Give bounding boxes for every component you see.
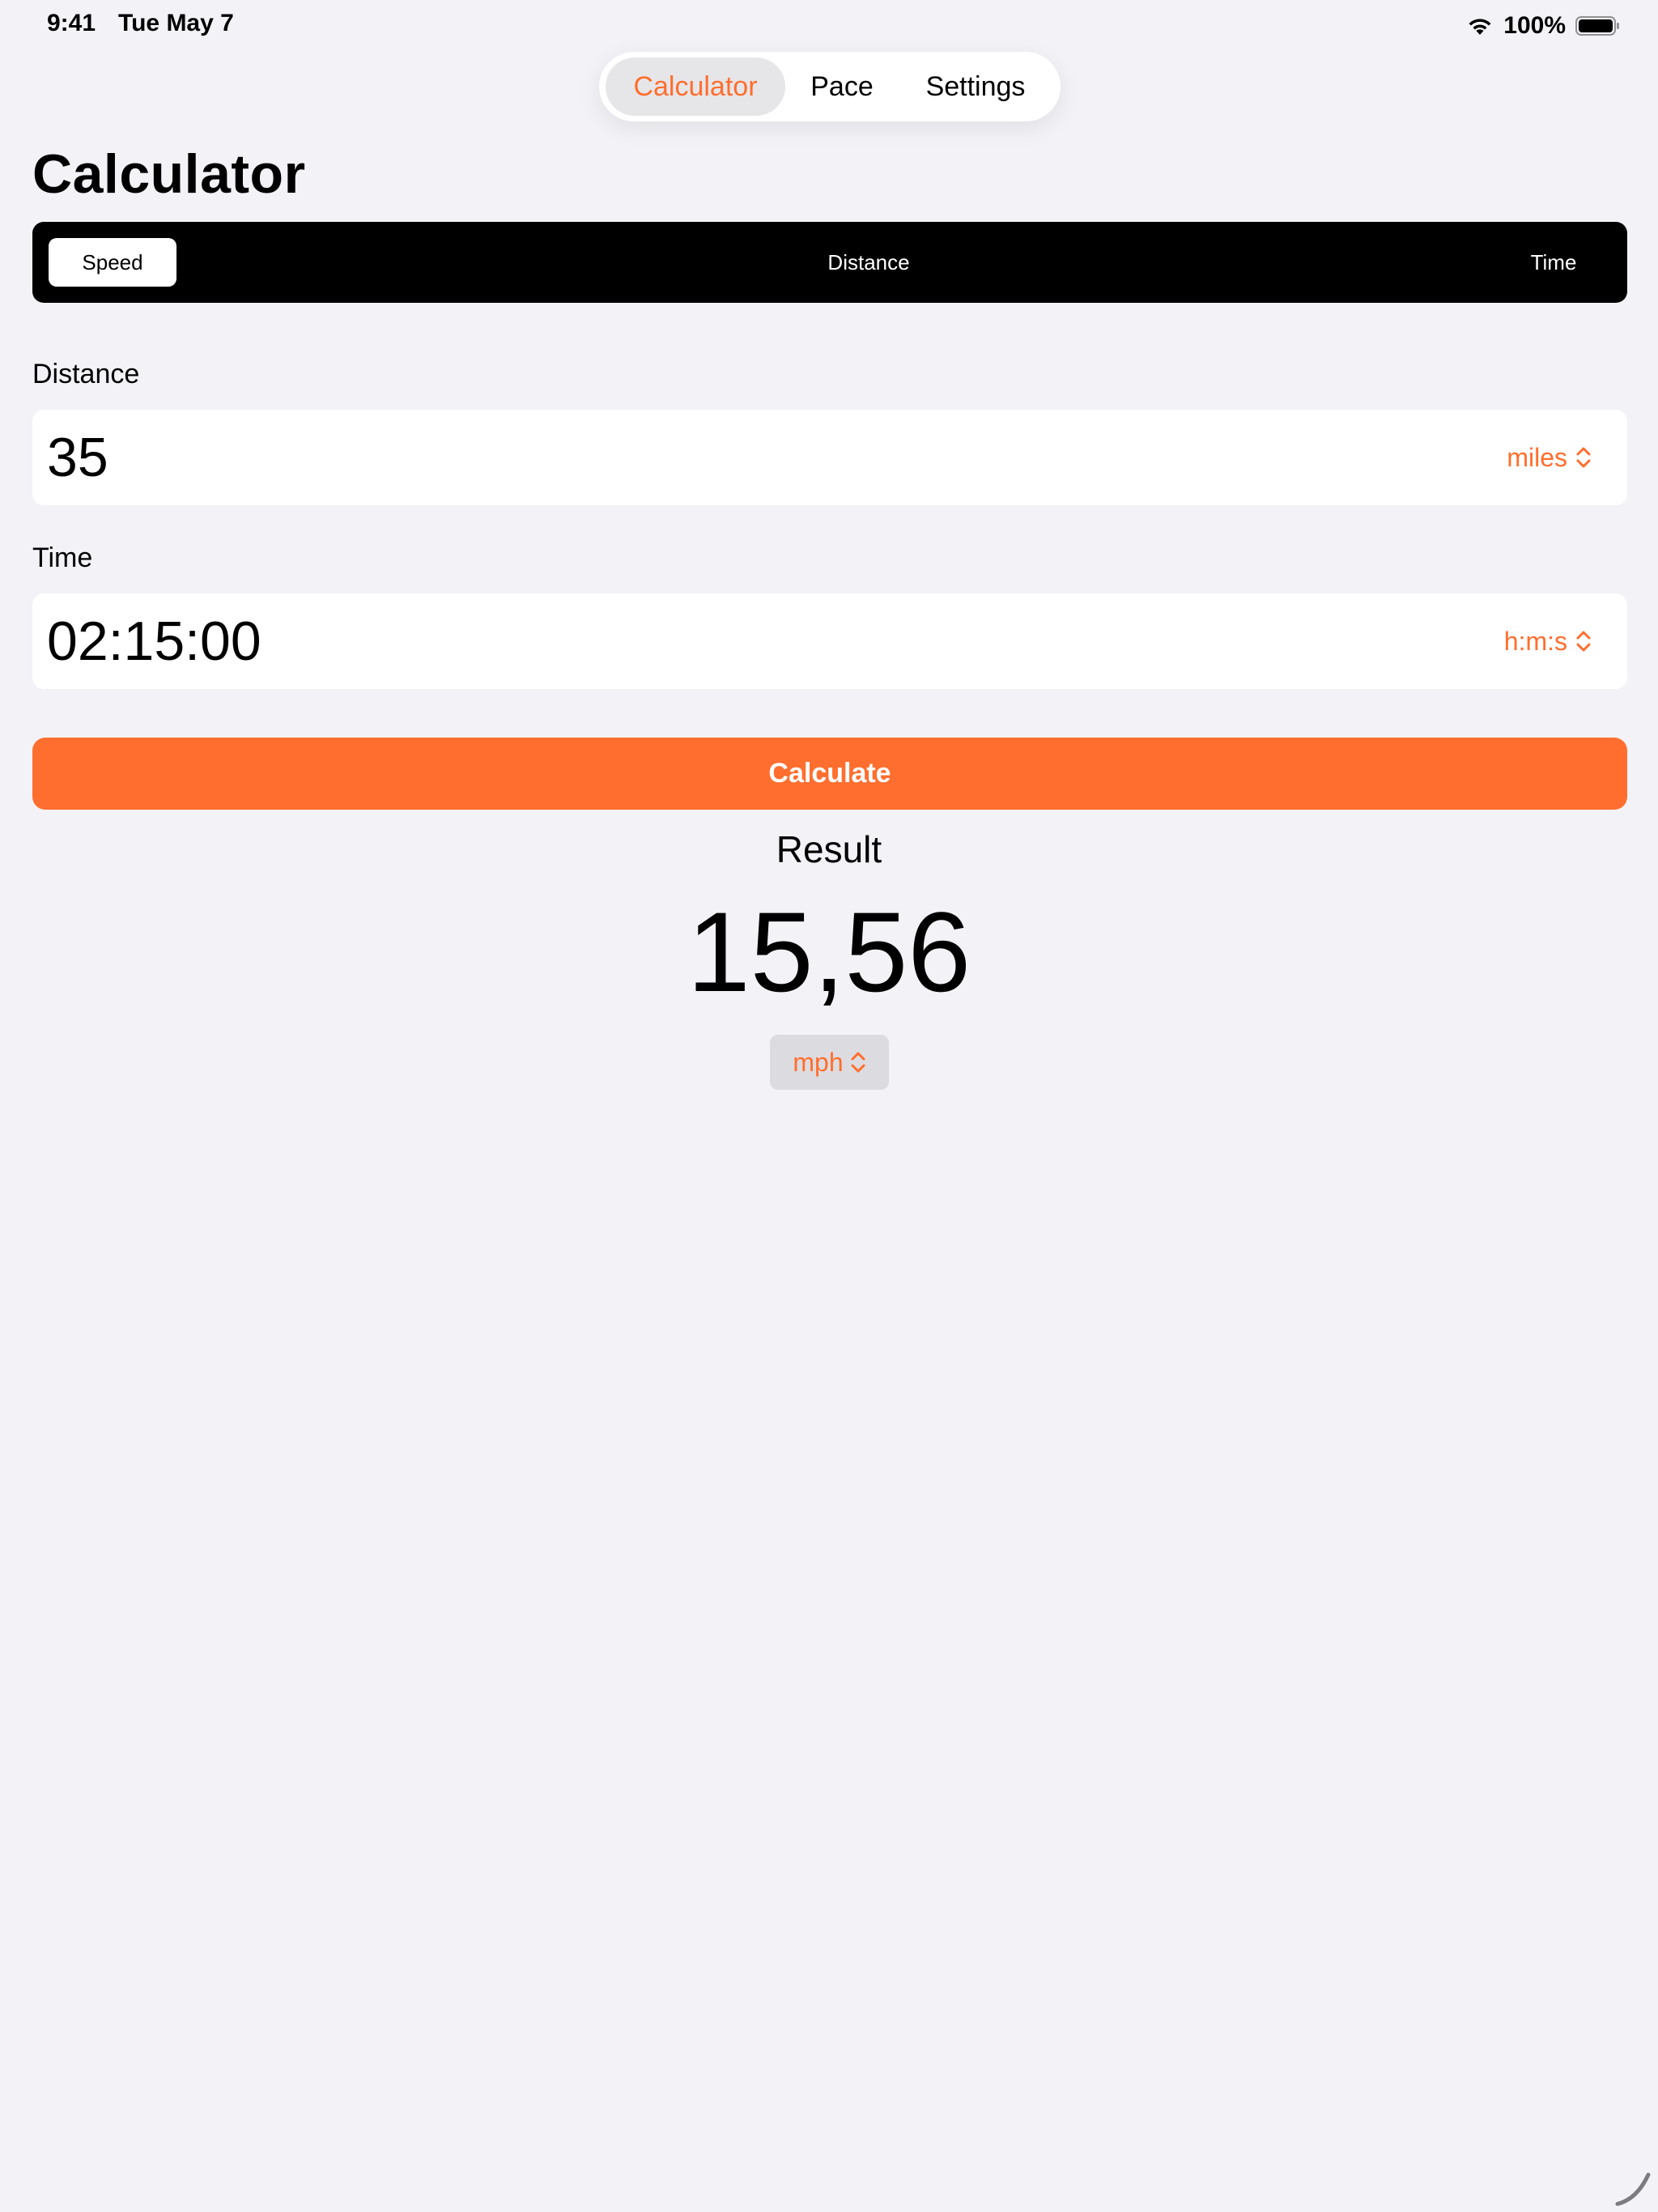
status-time: 9:41: [47, 10, 96, 36]
distance-unit-label: miles: [1507, 442, 1567, 472]
chevrons-updown-icon: [1576, 447, 1591, 468]
segment-speed[interactable]: Speed: [49, 238, 176, 287]
battery-percent: 100%: [1503, 12, 1566, 39]
result-unit-label: mph: [793, 1047, 844, 1077]
page-title: Calculator: [32, 143, 306, 205]
distance-field[interactable]: 35 miles: [32, 410, 1627, 505]
tab-settings[interactable]: Settings: [899, 57, 1052, 116]
tab-pace[interactable]: Pace: [785, 57, 899, 116]
segment-distance[interactable]: Distance: [761, 238, 976, 287]
distance-label: Distance: [32, 359, 140, 389]
wifi-icon: [1469, 19, 1491, 35]
chevrons-updown-icon: [851, 1052, 865, 1073]
time-input[interactable]: 02:15:00: [47, 593, 261, 689]
status-date: Tue May 7: [118, 10, 234, 36]
result-unit-picker[interactable]: mph: [770, 1035, 889, 1090]
result-label: Result: [776, 828, 882, 870]
distance-unit-picker[interactable]: miles: [1507, 410, 1592, 505]
result-value: 15,56: [687, 888, 971, 1015]
time-unit-label: h:m:s: [1503, 626, 1567, 656]
status-right: 100%: [1466, 10, 1621, 42]
time-unit-picker[interactable]: h:m:s: [1504, 593, 1592, 689]
time-label: Time: [32, 542, 93, 573]
battery-icon: [1575, 16, 1619, 36]
segment-time[interactable]: Time: [1490, 238, 1618, 287]
top-tab-bar: Calculator Pace Settings: [599, 52, 1061, 121]
tab-calculator[interactable]: Calculator: [606, 57, 785, 116]
screen: 9:41 Tue May 7 100% Calculator Pace Sett…: [0, 0, 1658, 2212]
calculate-button[interactable]: Calculate: [32, 738, 1627, 810]
resize-handle-icon: [1615, 2172, 1651, 2206]
mode-segmented-control: Speed Distance Time: [32, 222, 1627, 303]
distance-input[interactable]: 35: [47, 410, 108, 505]
time-field[interactable]: 02:15:00 h:m:s: [32, 593, 1627, 689]
chevrons-updown-icon: [1576, 631, 1591, 652]
